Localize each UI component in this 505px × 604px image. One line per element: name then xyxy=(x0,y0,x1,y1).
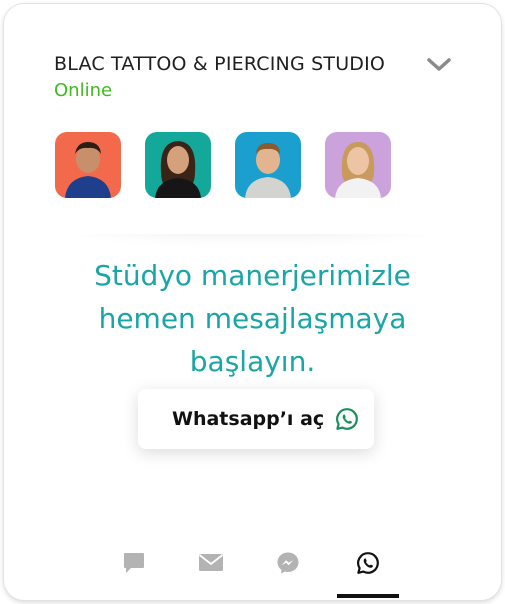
widget-header: BLAC TATTOO & PIERCING STUDIO Online xyxy=(4,4,501,234)
chevron-down-icon[interactable] xyxy=(424,52,454,76)
avatar xyxy=(235,132,301,198)
tab-whatsapp[interactable] xyxy=(348,545,388,581)
tab-chat[interactable] xyxy=(114,545,154,581)
whatsapp-icon xyxy=(335,407,359,431)
online-status: Online xyxy=(54,80,113,101)
whatsapp-icon xyxy=(357,552,379,574)
title-row: BLAC TATTOO & PIERCING STUDIO xyxy=(54,50,461,80)
open-whatsapp-button[interactable]: Whatsapp’ı aç xyxy=(138,389,374,449)
mail-icon xyxy=(198,554,224,571)
chat-icon xyxy=(124,553,144,573)
tab-email[interactable] xyxy=(190,545,230,581)
open-whatsapp-label: Whatsapp’ı aç xyxy=(172,408,325,430)
chat-widget: BLAC TATTOO & PIERCING STUDIO Online Stü… xyxy=(4,4,501,600)
studio-name: BLAC TATTOO & PIERCING STUDIO xyxy=(54,53,386,75)
avatar xyxy=(145,132,211,198)
main-content: Stüdyo manerjerimizle hemen mesajlaşmaya… xyxy=(4,254,501,383)
headline: Stüdyo manerjerimizle hemen mesajlaşmaya… xyxy=(94,259,411,378)
active-tab-indicator xyxy=(337,594,399,598)
avatar xyxy=(325,132,391,198)
avatar xyxy=(55,132,121,198)
messenger-icon xyxy=(277,552,299,574)
channel-tabs xyxy=(4,539,501,599)
tab-messenger[interactable] xyxy=(268,545,308,581)
